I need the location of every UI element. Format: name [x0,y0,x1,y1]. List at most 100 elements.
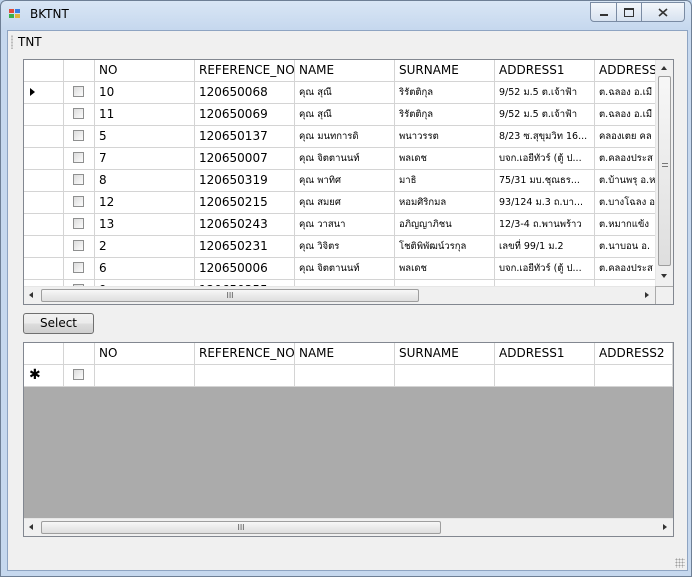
cell-name[interactable]: คุณ จิตตานนท์ [295,258,395,280]
cell-no[interactable]: 10 [95,82,195,104]
select-button[interactable]: Select [23,313,94,334]
cell-surname[interactable]: พลเดช [395,258,495,280]
checkbox-cell[interactable] [64,126,95,148]
cell-no[interactable]: 11 [95,104,195,126]
scroll-up-icon[interactable] [661,66,667,70]
scroll-right-icon[interactable] [645,292,649,298]
resize-grip-icon[interactable] [675,558,685,568]
horizontal-scroll-thumb[interactable]: III [41,521,441,534]
row-header[interactable] [24,170,64,192]
cell-reference-no[interactable]: 120650068 [195,82,295,104]
row-checkbox[interactable] [73,152,84,163]
checkbox-cell[interactable] [64,82,95,104]
cell-address1[interactable]: 12/3-4 ถ.พานพร้าว [495,214,595,236]
row-checkbox[interactable] [73,174,84,185]
cell-surname[interactable]: มาธิ [395,170,495,192]
checkbox-column-header[interactable] [64,60,95,82]
horizontal-scroll-thumb[interactable]: III [41,289,419,302]
row-header[interactable] [24,148,64,170]
corner-header[interactable] [24,343,64,365]
cell-no[interactable]: 6 [95,258,195,280]
cell-no[interactable]: 8 [95,170,195,192]
cell-surname[interactable]: พลเดช [395,148,495,170]
row-header[interactable] [24,126,64,148]
cell-address1[interactable]: เลขที่ 99/1 ม.2 [495,236,595,258]
table-row[interactable]: 5 120650137 คุณ มนทการดิ พนาวรรต 8/23 ซ.สุขุ… [24,126,655,148]
cell-surname[interactable]: ริรัตติกุล [395,82,495,104]
row-checkbox[interactable] [73,86,84,97]
cell-reference-no[interactable]: 120650137 [195,126,295,148]
cell-name[interactable]: คุณ พาทิศ [295,170,395,192]
new-row[interactable]: ✱ [24,365,673,387]
menu-grip[interactable] [11,35,13,49]
checkbox-cell[interactable] [64,192,95,214]
row-checkbox[interactable] [73,130,84,141]
cell-reference-no[interactable]: 120650231 [195,236,295,258]
cell-reference-no[interactable]: 120650069 [195,104,295,126]
cell-name[interactable]: คุณ สมยศ [295,192,395,214]
checkbox-cell[interactable] [64,365,95,387]
cell-no[interactable] [95,365,195,387]
column-header-name[interactable]: NAME [295,343,395,365]
close-button[interactable] [642,2,685,22]
menu-item-tnt[interactable]: TNT [18,35,42,49]
cell-surname[interactable]: อภิญญาภิชน [395,214,495,236]
checkbox-cell[interactable] [64,148,95,170]
cell-reference-no[interactable]: 120650007 [195,148,295,170]
row-header[interactable] [24,192,64,214]
row-checkbox[interactable] [73,108,84,119]
cell-reference-no[interactable]: 120650215 [195,192,295,214]
checkbox-cell[interactable] [64,214,95,236]
title-bar[interactable]: BKTNT [1,1,691,29]
row-checkbox[interactable] [73,196,84,207]
cell-name[interactable]: คุณ มนทการดิ [295,126,395,148]
cell-no[interactable]: 5 [95,126,195,148]
cell-address2[interactable]: คลองเตย คล [595,126,655,148]
cell-address1[interactable]: 9/52 ม.5 ต.เจ้าฟ้า [495,104,595,126]
row-checkbox[interactable] [73,369,84,380]
cell-surname[interactable] [395,365,495,387]
cell-address2[interactable]: ต.ฉลอง อ.เมื [595,104,655,126]
results-horizontal-scrollbar[interactable]: III [24,286,655,304]
cell-reference-no[interactable] [195,365,295,387]
cell-address2[interactable]: ต.หมากแข้ง [595,214,655,236]
table-row[interactable]: 12 120650215 คุณ สมยศ หอมศิริกมล 93/124 ม.3 … [24,192,655,214]
cell-name[interactable]: คุณ สุณี [295,82,395,104]
cell-address1[interactable]: บจก.เอยีทัวร์ (ตู้ ป... [495,148,595,170]
cell-surname[interactable]: หอมศิริกมล [395,192,495,214]
column-header-address2[interactable]: ADDRESS2 [595,60,655,82]
row-checkbox[interactable] [73,240,84,251]
column-header-no[interactable]: NO [95,60,195,82]
column-header-name[interactable]: NAME [295,60,395,82]
row-header[interactable] [24,82,64,104]
cell-address2[interactable]: ต.บางโฉลง อ [595,192,655,214]
selected-grid[interactable]: NO REFERENCE_NO NAME SURNAME ADDRESS1 AD… [23,342,674,537]
row-checkbox[interactable] [73,262,84,273]
column-header-address2[interactable]: ADDRESS2 [595,343,673,365]
cell-surname[interactable]: พนาวรรต [395,126,495,148]
cell-surname[interactable]: โชติพิพัฒน์วรกุล [395,236,495,258]
column-header-surname[interactable]: SURNAME [395,60,495,82]
results-grid[interactable]: NO REFERENCE_NO NAME SURNAME ADDRESS1 AD… [23,59,674,305]
row-checkbox[interactable] [73,218,84,229]
cell-address2[interactable]: ต.คลองประส [595,258,655,280]
cell-name[interactable] [295,365,395,387]
checkbox-cell[interactable] [64,258,95,280]
scroll-left-icon[interactable] [29,292,33,298]
row-header[interactable] [24,104,64,126]
table-row[interactable]: 7 120650007 คุณ จิตตานนท์ พลเดช บจก.เอยีทัวร… [24,148,655,170]
cell-address2[interactable]: ต.ฉลอง อ.เมื [595,82,655,104]
row-header[interactable] [24,258,64,280]
cell-name[interactable]: คุณ วิจิตร [295,236,395,258]
cell-surname[interactable]: ริรัตติกุล [395,104,495,126]
scroll-down-icon[interactable] [661,274,667,278]
cell-address1[interactable]: 8/23 ซ.สุขุมวิท 16... [495,126,595,148]
cell-address2[interactable]: ต.คลองประส [595,148,655,170]
cell-no[interactable]: 12 [95,192,195,214]
cell-no[interactable]: 2 [95,236,195,258]
corner-header[interactable] [24,60,64,82]
table-row[interactable]: 2 120650231 คุณ วิจิตร โชติพิพัฒน์วรกุล เลขท… [24,236,655,258]
checkbox-cell[interactable] [64,104,95,126]
column-header-address1[interactable]: ADDRESS1 [495,60,595,82]
table-row[interactable]: 11 120650069 คุณ สุณี ริรัตติกุล 9/52 ม.5 ต.… [24,104,655,126]
